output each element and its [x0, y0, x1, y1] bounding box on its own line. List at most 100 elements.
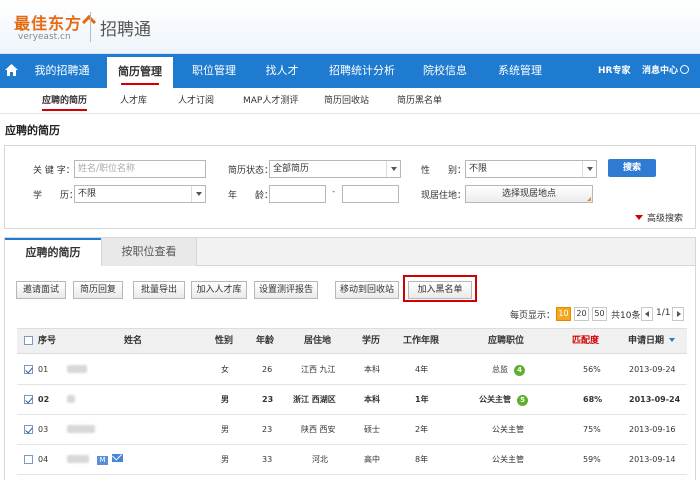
candidate-name[interactable]: M [67, 445, 123, 475]
tab-applied-resumes[interactable]: 应聘的简历 [5, 238, 101, 267]
row-checkbox[interactable] [24, 365, 33, 374]
col-apply-date[interactable]: 申请日期 [628, 329, 676, 353]
col-education: 学历 [362, 336, 381, 346]
age-min-input[interactable] [269, 185, 326, 203]
nav-resume-management[interactable]: 简历管理 [107, 57, 173, 88]
nav-job-management[interactable]: 职位管理 [181, 54, 247, 88]
site-header: 最佳东方 veryeast.cn 招聘通 [0, 0, 700, 54]
redacted-name [67, 455, 89, 463]
row-education: 本科 [364, 365, 380, 374]
col-location: 居住地 [304, 336, 332, 346]
status-select[interactable]: 全部简历 [269, 160, 401, 178]
per-page-20[interactable]: 20 [574, 307, 589, 321]
nav-my-recruit[interactable]: 我的招聘通 [24, 54, 100, 88]
batch-export-button[interactable]: 批量导出 [133, 281, 185, 299]
home-icon[interactable] [5, 64, 19, 78]
resume-reply-button[interactable]: 简历回复 [73, 281, 123, 299]
subnav-applied-resumes[interactable]: 应聘的简历 [42, 88, 88, 114]
table-row[interactable]: 02 男 23 浙江 西湖区 本科 1年 公关主管 5 68% 2013-09-2… [17, 385, 687, 415]
row-position[interactable]: 公关主管 5 [479, 385, 528, 415]
row-number: 03 [38, 425, 49, 434]
candidate-name[interactable] [67, 385, 75, 415]
row-education: 硕士 [364, 425, 380, 434]
chevron-down-icon [582, 161, 596, 177]
nav-statistics[interactable]: 招聘统计分析 [322, 54, 402, 88]
brand-logo[interactable]: 最佳东方 veryeast.cn [14, 10, 97, 42]
gender-label: 性 别： [421, 166, 467, 176]
row-checkbox[interactable] [24, 455, 33, 464]
education-select[interactable]: 不限 [74, 185, 206, 203]
subnav-recycle-bin[interactable]: 简历回收站 [324, 88, 369, 114]
col-number: 序号 [38, 336, 57, 346]
invite-interview-button[interactable]: 邀请面试 [16, 281, 66, 299]
results-panel: 应聘的简历 按职位查看 邀请面试 简历回复 批量导出 加入人才库 设置测评报告 … [4, 237, 696, 480]
row-checkbox[interactable] [24, 395, 33, 404]
chevron-down-icon [191, 186, 205, 202]
message-center-link[interactable]: 消息中心 [642, 54, 690, 88]
location-picker-button[interactable]: 选择现居地点 [465, 185, 593, 203]
candidate-name[interactable] [67, 355, 87, 385]
gender-select[interactable]: 不限 [465, 160, 597, 178]
triangle-down-icon [635, 215, 643, 220]
select-all-checkbox[interactable] [24, 336, 33, 345]
subnav-map-assessment[interactable]: MAP人才测评 [243, 88, 298, 114]
col-position: 应聘职位 [488, 336, 525, 346]
age-max-input[interactable] [342, 185, 399, 203]
subnav-blacklist[interactable]: 简历黑名单 [397, 88, 442, 114]
hr-expert-link[interactable]: HR专家 [598, 54, 630, 88]
subnav-talent-pool[interactable]: 人才库 [120, 88, 147, 114]
mobile-icon[interactable]: M [97, 456, 108, 465]
tab-by-position[interactable]: 按职位查看 [101, 238, 197, 266]
nav-system-management[interactable]: 系统管理 [487, 54, 553, 88]
row-age: 23 [262, 395, 274, 404]
per-page-50[interactable]: 50 [592, 307, 607, 321]
page-title: 应聘的简历 [5, 124, 60, 137]
row-work-years: 1年 [415, 395, 429, 404]
education-value: 不限 [78, 189, 97, 199]
keyword-input[interactable]: 姓名/职位名称 [74, 160, 206, 178]
row-position[interactable]: 公关主管 [492, 415, 524, 445]
search-button[interactable]: 搜索 [608, 159, 656, 177]
advanced-search-link[interactable]: 高级搜索 [635, 211, 683, 224]
row-apply-date: 2013-09-24 [629, 395, 681, 404]
brand-name: 最佳东方 [14, 14, 83, 33]
move-to-recycle-bin-button[interactable]: 移动到回收站 [335, 281, 399, 299]
nav-find-talent[interactable]: 找人才 [254, 54, 310, 88]
next-page-icon[interactable] [672, 307, 684, 321]
row-number: 04 [38, 455, 49, 464]
row-position[interactable]: 公关主管 [492, 445, 524, 475]
age-range-separator: - [332, 187, 336, 197]
chevron-down-icon [386, 161, 400, 177]
main-nav: 我的招聘通 简历管理 职位管理 找人才 招聘统计分析 院校信息 系统管理 HR专… [0, 54, 700, 88]
applicant-count-badge: 4 [514, 365, 525, 376]
per-page-10[interactable]: 10 [556, 307, 571, 321]
table-row[interactable]: 01 女 26 江西 九江 本科 4年 总监 4 56% 2013-09-24 [17, 355, 687, 385]
add-to-blacklist-button[interactable]: 加入黑名单 [408, 281, 472, 299]
table-row[interactable]: 03 男 23 陕西 西安 硕士 2年 公关主管 75% 2013-09-16 [17, 415, 687, 445]
row-work-years: 2年 [415, 425, 429, 434]
corner-arrow-icon [587, 197, 591, 201]
nav-school-info[interactable]: 院校信息 [412, 54, 478, 88]
row-location: 浙江 西湖区 [293, 395, 336, 404]
row-checkbox[interactable] [24, 425, 33, 434]
row-gender: 女 [221, 365, 229, 374]
logo-divider [90, 12, 91, 42]
mail-icon[interactable] [112, 454, 123, 462]
row-position-label: 公关主管 [479, 395, 511, 404]
subnav-talent-subscription[interactable]: 人才订阅 [178, 88, 214, 114]
set-assessment-report-button[interactable]: 设置测评报告 [254, 281, 318, 299]
per-page-label: 每页显示： [510, 311, 556, 321]
row-location: 河北 [312, 455, 328, 464]
total-count: 共10条 [611, 311, 641, 321]
add-to-talent-pool-button[interactable]: 加入人才库 [191, 281, 247, 299]
row-position[interactable]: 总监 4 [492, 355, 525, 385]
prev-page-icon[interactable] [641, 307, 653, 321]
col-name: 姓名 [124, 336, 143, 346]
candidate-name[interactable] [67, 415, 95, 445]
message-center-label: 消息中心 [642, 66, 679, 76]
row-location: 江西 九江 [301, 365, 336, 374]
subnav-applied-resumes-label: 应聘的简历 [42, 96, 88, 106]
row-number: 02 [38, 395, 50, 404]
location-button-label: 选择现居地点 [501, 189, 556, 199]
table-row[interactable]: 04 M 男 33 河北 高中 8年 公关主管 59% 2013-09-14 [17, 445, 687, 475]
